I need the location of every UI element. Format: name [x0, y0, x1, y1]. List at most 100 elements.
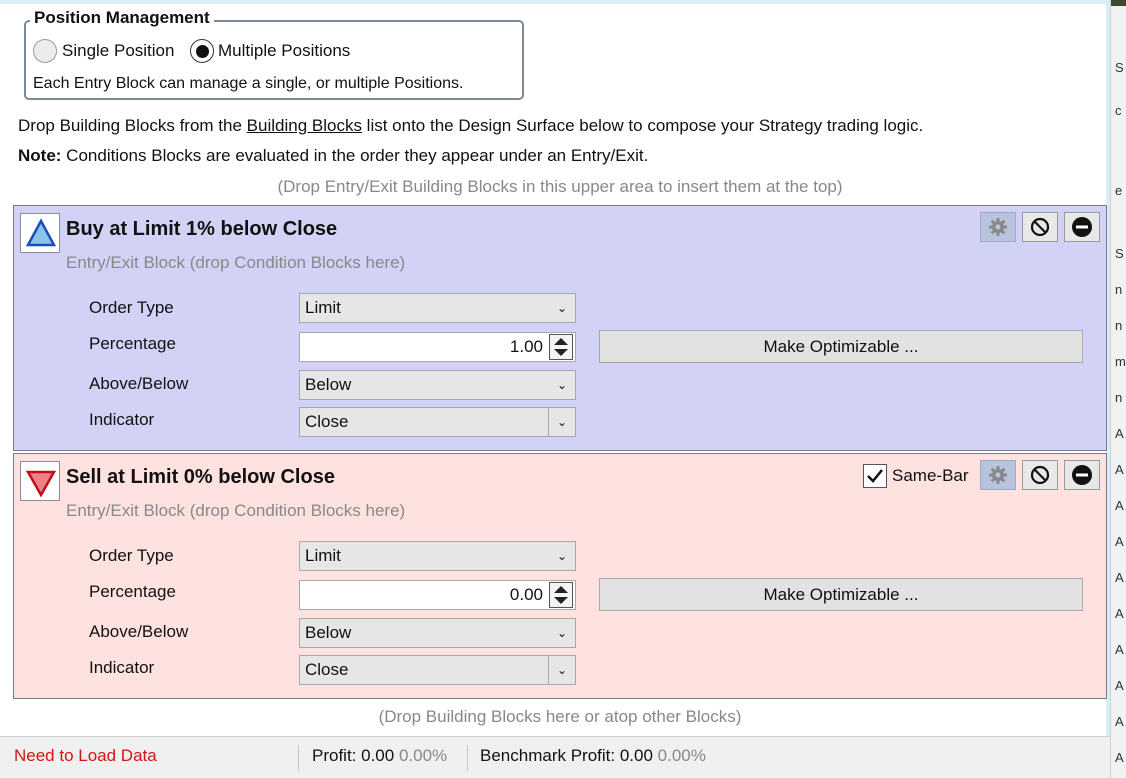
buy-remove-button[interactable] — [1064, 212, 1100, 242]
prohibit-icon — [1030, 217, 1050, 237]
above-below-value: Below — [305, 375, 352, 394]
percentage-spinner[interactable]: 0.00 — [299, 580, 576, 610]
spin-arrows-icon — [554, 586, 568, 604]
profit-text: Profit: 0.00 0.00% — [312, 746, 447, 766]
order-type-label: Order Type — [89, 298, 174, 317]
spinner-buttons[interactable] — [549, 582, 573, 608]
indicator-value: Close — [305, 412, 349, 431]
chevron-down-icon: ⌄ — [556, 378, 567, 392]
strip-char: A — [1115, 642, 1124, 657]
above-below-value: Below — [305, 623, 352, 642]
instructions-prefix: Drop Building Blocks from the — [18, 116, 247, 135]
strip-char: A — [1115, 570, 1124, 585]
percentage-label: Percentage — [89, 582, 176, 601]
note-body: Conditions Blocks are evaluated in the o… — [61, 146, 649, 165]
sell-make-optimizable-button[interactable]: Make Optimizable ... — [599, 578, 1083, 611]
indicator-select[interactable]: Close ⌄ — [299, 407, 576, 437]
buy-triangle-icon — [25, 218, 57, 247]
order-type-value: Limit — [305, 298, 341, 317]
position-management-description: Each Entry Block can manage a single, or… — [33, 75, 464, 92]
chevron-down-icon: ⌄ — [556, 301, 567, 315]
entry-block-sell[interactable]: Sell at Limit 0% below Close Entry/Exit … — [13, 453, 1107, 699]
note-label: Note: — [18, 146, 62, 165]
sell-remove-button[interactable] — [1064, 460, 1100, 490]
above-below-label: Above/Below — [89, 622, 189, 641]
single-position-label[interactable]: Single Position — [62, 41, 174, 61]
minus-circle-icon — [1072, 465, 1092, 485]
strip-char: n — [1115, 318, 1123, 333]
instructions-text: Drop Building Blocks from the Building B… — [18, 116, 923, 136]
order-type-label: Order Type — [89, 546, 174, 565]
chevron-down-icon: ⌄ — [556, 626, 567, 640]
benchmark-label: Benchmark Profit: 0.00 — [480, 746, 653, 765]
strip-char: A — [1115, 606, 1124, 621]
buy-icon-box — [20, 213, 60, 253]
chevron-down-icon: ⌄ — [556, 415, 567, 429]
load-data-message: Need to Load Data — [14, 746, 157, 765]
building-blocks-link[interactable]: Building Blocks — [247, 116, 362, 135]
buy-block-subtitle: Entry/Exit Block (drop Condition Blocks … — [66, 253, 406, 272]
order-type-select[interactable]: Limit ⌄ — [299, 541, 576, 571]
strip-char: A — [1115, 426, 1124, 441]
drop-bottom-hint[interactable]: (Drop Building Blocks here or atop other… — [0, 707, 1120, 727]
strip-char: S — [1115, 246, 1124, 261]
instructions-suffix: list onto the Design Surface below to co… — [361, 116, 924, 135]
gear-icon — [989, 466, 1007, 484]
strip-char: A — [1115, 498, 1124, 513]
strip-char: c — [1115, 103, 1122, 118]
gear-icon — [989, 218, 1007, 236]
spinner-buttons[interactable] — [549, 334, 573, 360]
indicator-select[interactable]: Close ⌄ — [299, 655, 576, 685]
sell-disable-button[interactable] — [1022, 460, 1058, 490]
background-window-strip: S c e S n n m n A A A A A A A A A A — [1110, 0, 1126, 778]
order-type-value: Limit — [305, 546, 341, 565]
profit-label: Profit: 0.00 — [312, 746, 395, 765]
sell-block-subtitle: Entry/Exit Block (drop Condition Blocks … — [66, 501, 406, 520]
spin-arrows-icon — [554, 338, 568, 356]
above-below-select[interactable]: Below ⌄ — [299, 370, 576, 400]
percentage-label: Percentage — [89, 334, 176, 353]
benchmark-percent: 0.00% — [657, 746, 706, 765]
minus-circle-icon — [1072, 217, 1092, 237]
buy-make-optimizable-button[interactable]: Make Optimizable ... — [599, 330, 1083, 363]
sell-icon-box — [20, 461, 60, 501]
percentage-value: 0.00 — [509, 585, 543, 604]
benchmark-text: Benchmark Profit: 0.00 0.00% — [480, 746, 706, 766]
chevron-down-icon: ⌄ — [556, 663, 567, 677]
indicator-label: Indicator — [89, 410, 155, 429]
indicator-value: Close — [305, 660, 349, 679]
check-icon — [867, 469, 883, 483]
entry-block-buy[interactable]: Buy at Limit 1% below Close Entry/Exit B… — [13, 205, 1107, 451]
percentage-value: 1.00 — [509, 337, 543, 356]
buy-disable-button[interactable] — [1022, 212, 1058, 242]
buy-block-title: Buy at Limit 1% below Close — [66, 218, 338, 240]
sell-block-title: Sell at Limit 0% below Close — [66, 466, 335, 488]
profit-percent: 0.00% — [398, 746, 448, 765]
prohibit-icon — [1030, 465, 1050, 485]
strip-char: n — [1115, 390, 1123, 405]
position-management-title: Position Management — [30, 8, 214, 28]
same-bar-checkbox[interactable] — [863, 464, 887, 488]
strip-char: S — [1115, 60, 1124, 75]
sell-triangle-icon — [25, 470, 57, 498]
same-bar-label[interactable]: Same-Bar — [892, 466, 969, 486]
above-below-label: Above/Below — [89, 374, 189, 393]
window-top-border — [0, 0, 1110, 4]
buy-settings-button[interactable] — [980, 212, 1016, 242]
strip-char: A — [1115, 462, 1124, 477]
multiple-positions-label[interactable]: Multiple Positions — [218, 41, 350, 61]
strip-char: A — [1115, 750, 1124, 765]
single-position-radio[interactable] — [33, 39, 57, 63]
note-text: Note: Conditions Blocks are evaluated in… — [18, 146, 648, 166]
strip-char: A — [1115, 678, 1124, 693]
sell-settings-button[interactable] — [980, 460, 1016, 490]
drop-top-hint[interactable]: (Drop Entry/Exit Building Blocks in this… — [0, 177, 1120, 197]
chevron-down-icon: ⌄ — [556, 549, 567, 563]
order-type-select[interactable]: Limit ⌄ — [299, 293, 576, 323]
strip-char: n — [1115, 282, 1123, 297]
above-below-select[interactable]: Below ⌄ — [299, 618, 576, 648]
status-bar: Need to Load Data Profit: 0.00 0.00% Ben… — [0, 736, 1110, 778]
strip-char: A — [1115, 534, 1124, 549]
percentage-spinner[interactable]: 1.00 — [299, 332, 576, 362]
multiple-positions-radio[interactable] — [190, 39, 214, 63]
